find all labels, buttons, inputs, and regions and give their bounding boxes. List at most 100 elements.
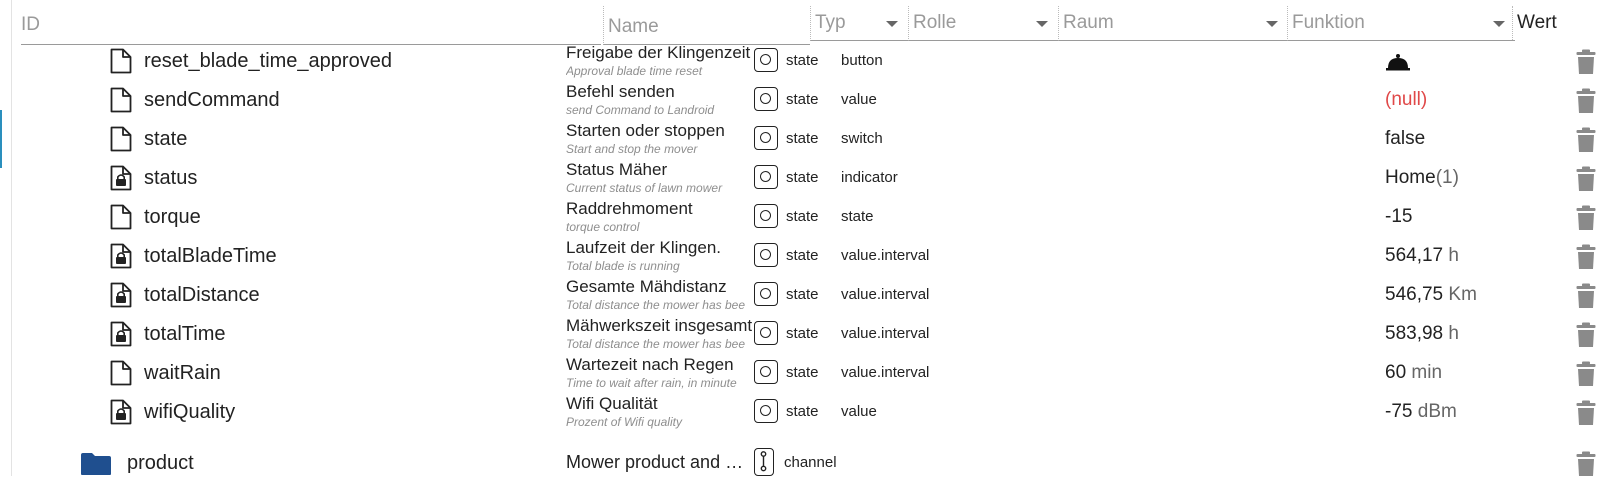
row-role: value.interval bbox=[841, 364, 930, 381]
row-description: Time to wait after rain, in minute bbox=[566, 376, 737, 390]
trash-icon[interactable] bbox=[1576, 88, 1596, 114]
funktion-filter-select[interactable]: Funktion bbox=[1287, 6, 1515, 41]
table-row[interactable]: totalBladeTime Laufzeit der Klingen. Total… bbox=[0, 236, 1611, 276]
row-value[interactable]: 546,75 Km bbox=[1385, 284, 1477, 306]
row-id: totalBladeTime bbox=[144, 245, 277, 267]
table-row[interactable]: totalDistance Gesamte Mähdistanz Total dis… bbox=[0, 275, 1611, 315]
row-value[interactable]: 583,98 h bbox=[1385, 323, 1459, 345]
name-filter-input[interactable]: Name bbox=[603, 6, 810, 45]
value-unit: (1) bbox=[1435, 167, 1459, 188]
row-type: state bbox=[786, 130, 819, 147]
state-icon bbox=[754, 321, 778, 345]
row-id: status bbox=[144, 167, 198, 189]
row-description: Total distance the mower has bee bbox=[566, 298, 745, 312]
trash-icon[interactable] bbox=[1576, 127, 1596, 153]
row-id: sendCommand bbox=[144, 89, 280, 111]
row-type: state bbox=[786, 403, 819, 420]
value-number: false bbox=[1385, 128, 1426, 149]
row-type: state bbox=[786, 325, 819, 342]
row-id: waitRain bbox=[144, 362, 221, 384]
value-number: 60 bbox=[1385, 362, 1407, 383]
file-icon bbox=[110, 360, 132, 386]
trash-icon[interactable] bbox=[1576, 205, 1596, 231]
row-name: Freigabe der Klingenzeit bbox=[566, 43, 751, 62]
row-type: state bbox=[786, 91, 819, 108]
row-name: Befehl senden bbox=[566, 82, 675, 101]
value-unit: dBm bbox=[1417, 401, 1457, 422]
row-description: Total distance the mower has bee bbox=[566, 337, 745, 351]
bell-icon[interactable] bbox=[1385, 53, 1411, 71]
row-type: channel bbox=[784, 454, 837, 471]
trash-icon[interactable] bbox=[1576, 166, 1596, 192]
state-icon bbox=[754, 126, 778, 150]
row-value[interactable]: 60 min bbox=[1385, 362, 1442, 384]
file-icon bbox=[110, 87, 132, 113]
id-placeholder: ID bbox=[21, 14, 40, 35]
row-id: wifiQuality bbox=[144, 401, 236, 423]
row-description: Approval blade time reset bbox=[566, 64, 703, 78]
table-row[interactable]: totalTime Mähwerkszeit insgesamt Total dis… bbox=[0, 314, 1611, 354]
table-row[interactable]: state Starten oder stoppen Start and stop … bbox=[0, 119, 1611, 159]
table-row[interactable]: reset_blade_time_approved Freigabe der Kl… bbox=[0, 41, 1611, 81]
table-row[interactable]: wifiQuality Wifi Qualität Prozent of Wifi … bbox=[0, 392, 1611, 432]
row-name: Mähwerkszeit insgesamt bbox=[566, 316, 753, 335]
trash-icon[interactable] bbox=[1576, 244, 1596, 270]
value-number: Home bbox=[1385, 167, 1436, 188]
row-type: state bbox=[786, 364, 819, 381]
trash-icon[interactable] bbox=[1576, 361, 1596, 387]
funktion-label: Funktion bbox=[1292, 12, 1365, 33]
row-value[interactable]: false bbox=[1385, 128, 1425, 150]
row-name: Wartezeit nach Regen bbox=[566, 355, 734, 374]
state-icon bbox=[754, 282, 778, 306]
table-row[interactable]: product Mower product and b... channel bbox=[0, 443, 1611, 483]
row-value[interactable]: 564,17 h bbox=[1385, 245, 1459, 267]
row-role: switch bbox=[841, 130, 883, 147]
row-value[interactable]: (null) bbox=[1385, 89, 1427, 111]
table-row[interactable]: sendCommand Befehl senden send Command to … bbox=[0, 80, 1611, 120]
value-unit: h bbox=[1448, 323, 1459, 344]
row-name: Raddrehmoment bbox=[566, 199, 693, 218]
row-value[interactable]: Home(1) bbox=[1385, 167, 1459, 189]
raum-filter-select[interactable]: Raum bbox=[1058, 6, 1288, 41]
state-icon bbox=[754, 87, 778, 111]
value-unit: Km bbox=[1448, 284, 1477, 305]
table-header: ID Name Typ Rolle Raum Funktion Wert bbox=[0, 0, 1611, 46]
state-icon bbox=[754, 360, 778, 384]
row-id: torque bbox=[144, 206, 201, 228]
table-row[interactable]: waitRain Wartezeit nach Regen Time to wait… bbox=[0, 353, 1611, 393]
state-icon bbox=[754, 48, 778, 72]
trash-icon[interactable] bbox=[1576, 283, 1596, 309]
typ-label: Typ bbox=[815, 12, 846, 33]
row-name: Gesamte Mähdistanz bbox=[566, 277, 727, 296]
typ-filter-select[interactable]: Typ bbox=[810, 6, 908, 41]
locked-file-icon bbox=[110, 321, 132, 347]
row-description: Prozent of Wifi quality bbox=[566, 415, 682, 429]
rolle-label: Rolle bbox=[913, 12, 957, 33]
rolle-filter-select[interactable]: Rolle bbox=[908, 6, 1058, 41]
trash-icon[interactable] bbox=[1576, 322, 1596, 348]
trash-icon[interactable] bbox=[1576, 400, 1596, 426]
row-value[interactable]: -75 dBm bbox=[1385, 401, 1457, 423]
locked-file-icon bbox=[110, 282, 132, 308]
row-type: state bbox=[786, 286, 819, 303]
trash-icon[interactable] bbox=[1576, 49, 1596, 75]
row-role: state bbox=[841, 208, 874, 225]
row-description: torque control bbox=[566, 220, 640, 234]
locked-file-icon bbox=[110, 243, 132, 269]
row-value[interactable]: -15 bbox=[1385, 206, 1412, 228]
row-role: value.interval bbox=[841, 286, 930, 303]
table-row[interactable]: torque Raddrehmoment torque control state st… bbox=[0, 197, 1611, 237]
row-type: state bbox=[786, 52, 819, 69]
row-type: state bbox=[786, 169, 819, 186]
row-description: Start and stop the mover bbox=[566, 142, 698, 156]
row-role: value bbox=[841, 403, 877, 420]
table-row[interactable]: status Status Mäher Current status of lawn… bbox=[0, 158, 1611, 198]
row-name: Laufzeit der Klingen. bbox=[566, 238, 721, 257]
row-role: value.interval bbox=[841, 325, 930, 342]
id-filter-input[interactable]: ID bbox=[21, 8, 601, 45]
state-icon bbox=[754, 204, 778, 228]
trash-icon[interactable] bbox=[1576, 451, 1596, 477]
value-number: (null) bbox=[1385, 89, 1428, 110]
row-name: Wifi Qualität bbox=[566, 394, 658, 413]
value-number: 583,98 bbox=[1385, 323, 1444, 344]
